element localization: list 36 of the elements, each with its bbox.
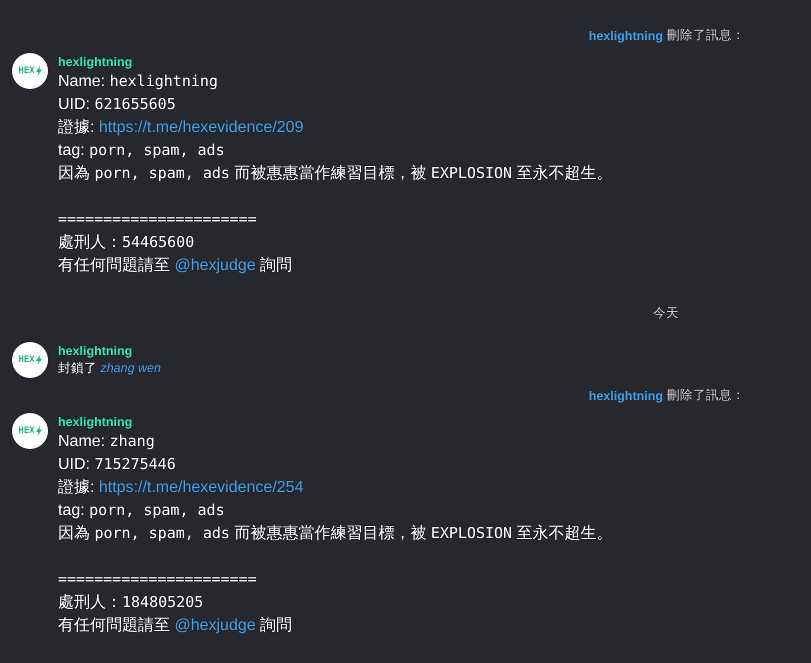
lightning-icon — [36, 66, 42, 76]
notice-text: 刪除了訊息： — [667, 387, 745, 404]
link[interactable]: @hexjudge — [174, 617, 256, 634]
message-line: Name: hexlightning — [58, 71, 218, 92]
notice-text: 刪除了訊息： — [667, 27, 745, 44]
lightning-icon — [36, 426, 42, 436]
message-line: 因為 porn, spam, ads 而被惠惠當作練習目標，被 EXPLOSION 至永不超生。 — [58, 163, 613, 184]
message-line: 處刑人：54465600 — [58, 232, 194, 253]
message-line: tag: porn, spam, ads — [58, 500, 225, 521]
avatar[interactable]: HEX — [12, 413, 48, 449]
link[interactable]: https://t.me/hexevidence/209 — [98, 119, 304, 136]
avatar[interactable]: HEX — [12, 53, 48, 89]
sender-name[interactable]: hexlightning — [58, 54, 132, 70]
lightning-icon — [36, 355, 42, 365]
message-line: 證據: https://t.me/hexevidence/209 — [58, 118, 304, 138]
sender-name[interactable]: hexlightning — [58, 343, 132, 359]
message-line: UID: 621655605 — [58, 94, 176, 115]
message-line: ====================== — [58, 569, 257, 590]
message-line: 證據: https://t.me/hexevidence/254 — [58, 478, 304, 498]
message-line: 有任何問題請至 @hexjudge 詢問 — [58, 256, 292, 276]
sender-name[interactable]: hexlightning — [58, 414, 132, 430]
message-line: 因為 porn, spam, ads 而被惠惠當作練習目標，被 EXPLOSION 至永不超生。 — [58, 523, 613, 544]
link[interactable]: @hexjudge — [174, 257, 256, 274]
message-line: Name: zhang — [58, 431, 155, 452]
message-line: 有任何問題請至 @hexjudge 詢問 — [58, 616, 292, 636]
service-message: 封鎖了 zhang wen — [58, 360, 161, 377]
message-line: ====================== — [58, 209, 257, 230]
user-name[interactable]: hexlightning — [588, 388, 663, 402]
message-line: 處刑人：184805205 — [58, 592, 204, 613]
avatar[interactable]: HEX — [12, 342, 48, 378]
message-line: tag: porn, spam, ads — [58, 140, 225, 161]
link[interactable]: https://t.me/hexevidence/254 — [98, 479, 304, 496]
user-link[interactable]: zhang wen — [100, 361, 161, 375]
user-name[interactable]: hexlightning — [588, 28, 663, 42]
message-line: UID: 715275446 — [58, 454, 176, 475]
date-label: 今天 — [653, 305, 679, 322]
